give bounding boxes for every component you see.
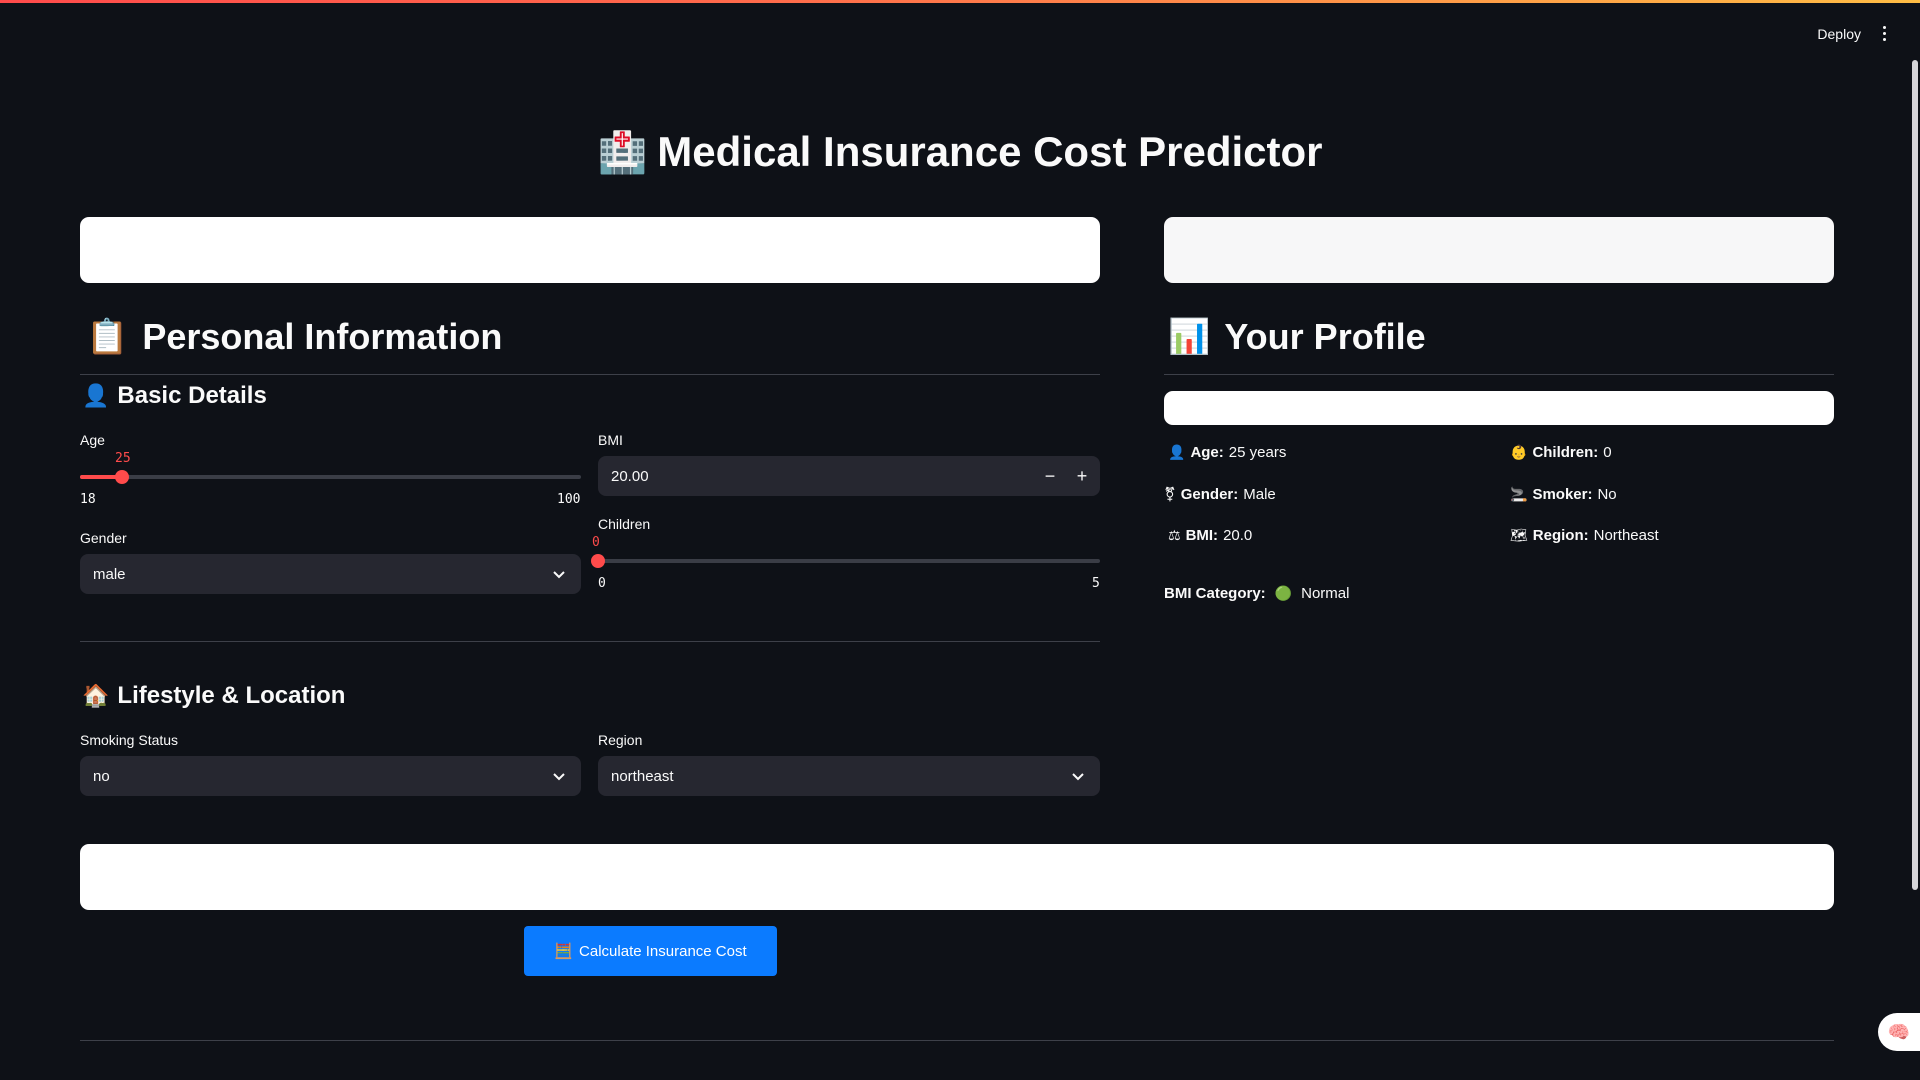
clipboard-icon: 📋: [86, 318, 129, 356]
region-select[interactable]: northeast: [598, 756, 1100, 796]
app-header-actions: Deploy: [1817, 24, 1890, 43]
blank-profile-bar: [1164, 391, 1834, 425]
green-circle-icon: 🟢: [1274, 585, 1293, 601]
age-slider[interactable]: [80, 470, 581, 484]
profile-children: 👶 Children: 0: [1510, 444, 1612, 461]
calculate-insurance-cost-button[interactable]: 🧮 Calculate Insurance Cost: [524, 926, 777, 976]
children-slider-thumb[interactable]: [591, 554, 605, 568]
your-profile-heading-text: Your Profile: [1224, 316, 1426, 357]
divider: [80, 374, 1100, 375]
scrollbar[interactable]: [1912, 60, 1918, 890]
region-label: Region: [598, 732, 643, 748]
abacus-icon: 🧮: [554, 943, 574, 960]
children-label: Children: [598, 516, 651, 532]
gender-icon: ⚧: [1164, 486, 1176, 502]
smoking-select[interactable]: no: [80, 756, 581, 796]
profile-bmi-category: BMI Category: 🟢 Normal: [1164, 585, 1350, 602]
age-slider-value: 25: [115, 451, 131, 466]
age-slider-thumb[interactable]: [115, 470, 129, 484]
bmi-number-input[interactable]: 20.00 − +: [598, 456, 1100, 496]
deploy-button[interactable]: Deploy: [1817, 26, 1861, 42]
region-select-value: northeast: [611, 767, 674, 785]
bar-chart-icon: 📊: [1168, 318, 1211, 356]
baby-icon: 👶: [1510, 444, 1528, 460]
children-slider[interactable]: [591, 554, 1100, 568]
house-icon: 🏠: [82, 683, 110, 708]
divider: [80, 1040, 1834, 1041]
hospital-icon: 🏥: [597, 131, 648, 175]
smoking-label: Smoking Status: [80, 732, 179, 748]
age-label: Age: [80, 432, 105, 448]
gender-select[interactable]: male: [80, 554, 581, 594]
gender-label: Gender: [80, 530, 127, 546]
gender-select-value: male: [93, 565, 126, 583]
person-icon: 👤: [82, 383, 110, 408]
blank-card-bottom: [80, 844, 1834, 910]
page-title: 🏥 Medical Insurance Cost Predictor: [0, 128, 1920, 176]
divider: [80, 641, 1100, 642]
blank-card-right: [1164, 217, 1834, 283]
scale-icon: ⚖: [1168, 527, 1181, 543]
chevron-down-icon: [553, 571, 565, 579]
profile-gender: ⚧ Gender: Male: [1164, 486, 1276, 503]
bmi-input-value: 20.00: [611, 467, 649, 485]
basic-details-heading: 👤 Basic Details: [82, 382, 267, 410]
person-icon: 👤: [1168, 444, 1186, 460]
lifestyle-heading: 🏠 Lifestyle & Location: [82, 682, 345, 710]
smoking-select-value: no: [93, 767, 110, 785]
children-slider-max: 5: [1092, 576, 1100, 591]
bmi-label: BMI: [598, 432, 623, 448]
divider: [1164, 374, 1834, 375]
children-slider-min: 0: [598, 576, 606, 591]
profile-smoker: 🚬 Smoker: No: [1510, 486, 1617, 503]
age-slider-min: 18: [80, 492, 96, 507]
calculate-button-label: Calculate Insurance Cost: [579, 942, 747, 960]
profile-age: 👤 Age: 25 years: [1168, 444, 1287, 461]
profile-bmi: ⚖ BMI: 20.0: [1168, 527, 1253, 544]
lifestyle-heading-text: Lifestyle & Location: [117, 682, 346, 709]
age-slider-max: 100: [557, 492, 581, 507]
cigarette-icon: 🚬: [1510, 486, 1528, 502]
basic-details-heading-text: Basic Details: [117, 382, 267, 409]
chevron-down-icon: [553, 773, 565, 781]
personal-info-heading-text: Personal Information: [142, 316, 503, 357]
your-profile-heading: 📊 Your Profile: [1168, 316, 1426, 358]
kebab-menu-icon[interactable]: [1879, 24, 1890, 43]
profile-region: 🗺 Region: Northeast: [1510, 527, 1659, 544]
brain-icon[interactable]: 🧠: [1878, 1013, 1920, 1051]
page-title-text: Medical Insurance Cost Predictor: [657, 128, 1323, 175]
chevron-down-icon: [1072, 773, 1084, 781]
bmi-increment-button[interactable]: +: [1070, 464, 1094, 488]
top-decoration-bar: [0, 0, 1920, 3]
blank-card-left: [80, 217, 1100, 283]
children-slider-value: 0: [592, 535, 600, 550]
personal-info-heading: 📋 Personal Information: [86, 316, 502, 358]
bmi-decrement-button[interactable]: −: [1038, 464, 1062, 488]
map-icon: 🗺: [1510, 527, 1528, 543]
